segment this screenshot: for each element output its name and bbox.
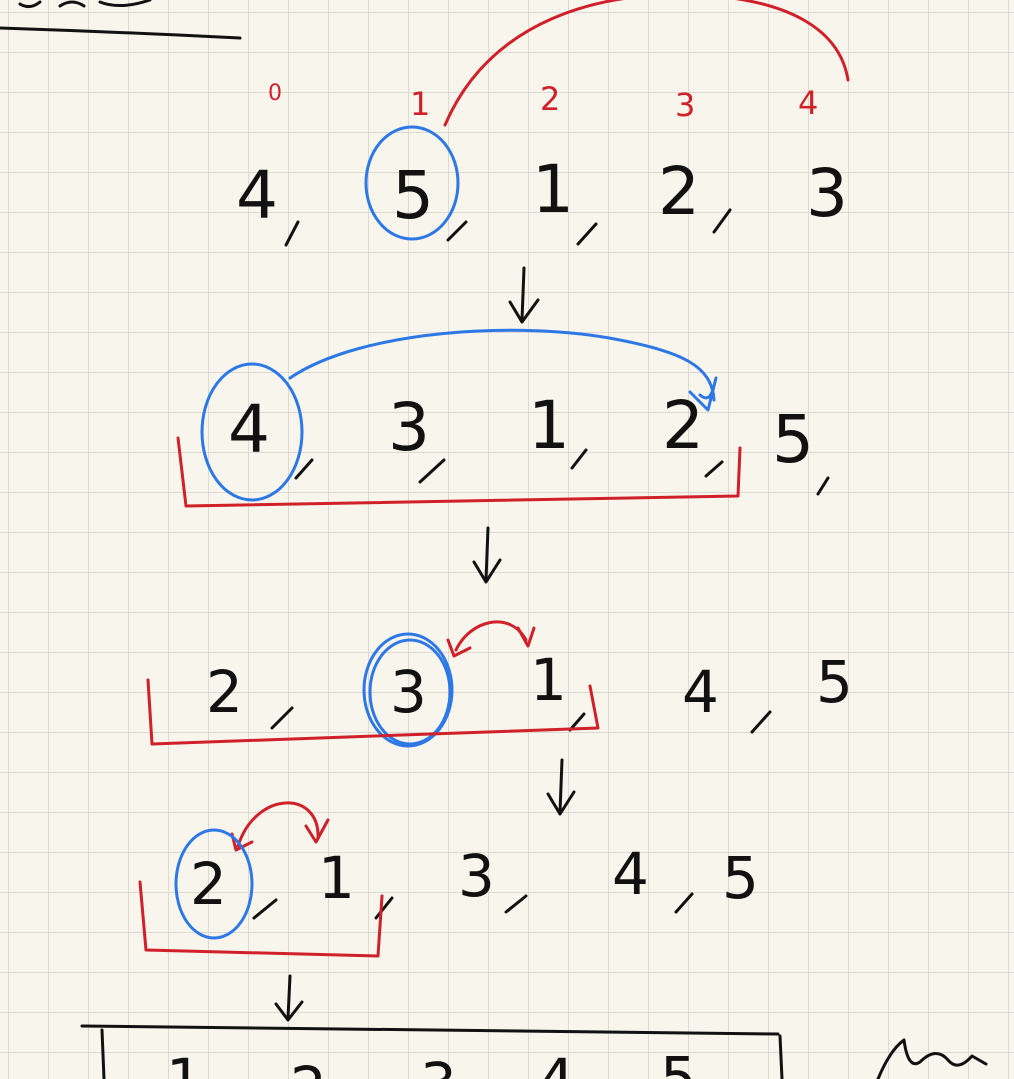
row-2: 4 3 1 2 5	[176, 362, 830, 508]
index-label-2: 2	[540, 80, 560, 118]
row-4: 2 1 3 4 5	[138, 828, 759, 958]
index-label-3: 3	[675, 86, 695, 124]
handwritten-scribble	[876, 1038, 988, 1079]
comma	[816, 476, 830, 496]
comma	[446, 220, 468, 242]
comma	[712, 208, 732, 234]
comma	[674, 892, 694, 914]
row-1: 4 5 1 2 3	[236, 125, 848, 247]
row-2-value-0: 4	[228, 391, 270, 468]
swap-arc-blue-row-2	[288, 328, 716, 402]
index-label-1: 1	[410, 85, 430, 123]
comma	[270, 706, 294, 730]
row-1-value-1: 5	[392, 157, 434, 234]
row-4-value-0: 2	[190, 850, 227, 918]
title-fragment	[18, 0, 152, 9]
index-label-4: 4	[798, 84, 818, 122]
down-arrow-4	[274, 974, 304, 1022]
row-3-value-2: 1	[530, 646, 567, 714]
comma	[284, 220, 300, 247]
row-4-value-2: 3	[458, 842, 495, 910]
row-2-value-3: 2	[662, 387, 704, 464]
row-1-value-4: 3	[806, 155, 848, 232]
row-2-value-4: 5	[772, 401, 814, 478]
row-2-value-1: 3	[388, 389, 430, 466]
swap-arc-red-1-4	[443, 0, 850, 127]
row-5-value-1: 2	[290, 1054, 327, 1079]
row-3: 2 3 1 4 5	[146, 632, 853, 748]
row-4-value-1: 1	[318, 844, 355, 912]
comma	[294, 458, 314, 480]
comma	[252, 898, 278, 920]
down-arrow-1	[508, 266, 540, 324]
notebook-page: 0 1 2 3 4 4 5 1 2 3 4 3 1 2 5 2 3 1 4 5 …	[0, 0, 1014, 1079]
row-2-value-2: 1	[528, 387, 570, 464]
index-label-0: 0	[268, 81, 282, 106]
row-5-value-3: 4	[538, 1046, 575, 1079]
row-3-value-1: 3	[390, 658, 427, 726]
row-3-value-3: 4	[682, 658, 719, 726]
row-4-value-4: 5	[722, 844, 759, 912]
comma	[570, 448, 588, 470]
row-1-value-0: 4	[236, 157, 278, 234]
swap-arrowheads-red-row-4	[230, 818, 330, 852]
row-4-value-3: 4	[612, 840, 649, 908]
row-3-value-4: 5	[816, 648, 853, 716]
row-5-value-0: 1	[166, 1046, 203, 1079]
down-arrow-2	[472, 526, 502, 584]
row-5-value-4: 5	[660, 1044, 697, 1079]
handwritten-diagram: 0 1 2 3 4 4 5 1 2 3 4 3 1 2 5 2 3 1 4 5 …	[0, 0, 988, 1079]
row-1-value-3: 2	[658, 153, 700, 230]
row-1-value-2: 1	[532, 151, 574, 228]
row-5-value-2: 3	[420, 1050, 457, 1079]
swap-arc-red-row-4	[236, 801, 320, 848]
comma	[704, 460, 724, 478]
comma	[504, 894, 528, 914]
down-arrow-3	[546, 758, 576, 816]
swap-arc-red-row-3	[454, 620, 528, 652]
title-underline	[0, 26, 242, 40]
row-5: 1 2 3 4 5	[80, 1024, 988, 1079]
row-3-value-0: 2	[206, 658, 243, 726]
comma	[374, 896, 394, 920]
comma	[750, 710, 772, 734]
comma	[576, 222, 598, 246]
